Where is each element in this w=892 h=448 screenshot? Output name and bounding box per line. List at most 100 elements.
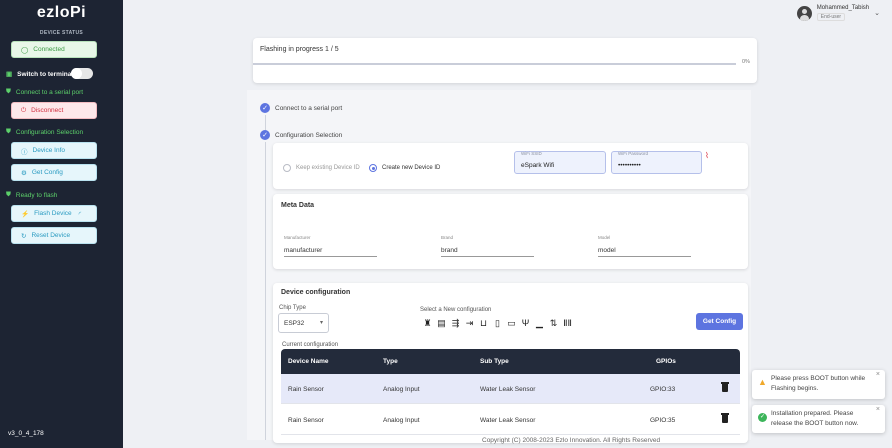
device-status-label: DEVICE STATUS [39,30,84,36]
wifi-ssid-label: WiFi SSID [521,151,542,156]
disconnect-label: Disconnect [31,107,64,114]
table-row[interactable]: Rain Sensor Analog Input Water Leak Sens… [281,374,740,404]
progress-title: Flashing in progress 1 / 5 [260,46,339,53]
table-row[interactable]: Rain Sensor Analog Input Water Leak Sens… [281,405,740,435]
model-field[interactable]: Model model [598,235,691,257]
reset-icon: ↻ [21,232,27,240]
step-connect-label: Connect to a serial port [15,88,84,96]
device-info-button[interactable]: ⓘ Device Info [11,142,97,159]
cell-subtype: Water Leak Sensor [480,386,536,393]
col-gpios: GPIOs [656,358,676,365]
user-role-badge: End-user [816,13,846,21]
stepper-line [265,142,266,440]
meta-data-title: Meta Data [281,202,315,209]
step-config: ⛊ Configuration Selection [6,128,83,136]
stepper-step-config[interactable]: ✓ Configuration Selection [260,130,342,140]
delete-icon[interactable] [721,382,729,392]
get-config-sidebar-button[interactable]: ⚙ Get Config [11,164,97,181]
switch-terminal-row: ▣ Switch to terminal [6,70,74,79]
reset-device-button[interactable]: ↻ Reset Device [11,227,97,244]
close-icon[interactable]: × [876,406,880,413]
model-value: model [598,247,616,254]
manufacturer-field[interactable]: Manufacturer manufacturer [284,235,377,257]
spinner-icon: ◜ [78,210,82,218]
uart-icon[interactable]: ▭ [507,318,516,329]
get-config-sidebar-label: Get Config [31,169,63,176]
terminal-toggle[interactable] [71,68,93,79]
sensor-icon[interactable]: ▁ [535,318,544,329]
wifi-password-label: WiFi Password [618,151,649,156]
flash-device-button[interactable]: ⚡ Flash Device ◜ [11,205,97,222]
radio-create-new[interactable] [369,164,377,172]
radio-keep-existing[interactable] [283,164,291,172]
reset-device-label: Reset Device [31,232,71,239]
switch-terminal-label: Switch to terminal [17,70,74,78]
step-config-label: Configuration Selection [15,128,84,136]
progress-percent: 0% [742,59,750,65]
terminal-icon: ▣ [6,71,13,78]
check-icon: ✓ [260,130,270,140]
shield-check-icon: ⛊ [6,128,11,135]
check-circle-icon: ◯ [21,46,29,54]
check-icon: ✓ [260,103,270,113]
shield-check-icon: ⛊ [6,191,11,198]
flash-icon: ⚡ [21,210,30,218]
wifi-ssid-field[interactable]: WiFi SSID eSpark Wifi [514,151,606,174]
swap-icon[interactable]: ⇅ [549,318,558,329]
shield-check-icon: ⛊ [6,88,11,95]
toast-warning-text: Please press BOOT button while Flashing … [771,375,866,392]
toast-success-text: Installation prepared. Please release th… [771,410,859,427]
model-label: Model [598,235,611,240]
stepper-step-connect[interactable]: ✓ Connect to a serial port [260,103,342,113]
pwm-icon[interactable]: ⊔ [479,318,488,329]
config-table-header: Device Name Type Sub Type GPIOs [281,349,740,374]
led-icon[interactable]: ♜ [423,318,432,329]
progress-bar [253,63,736,65]
keep-existing-option[interactable]: Keep existing Device ID [283,164,360,172]
manufacturer-label: Manufacturer [284,235,311,240]
close-icon[interactable]: × [876,371,880,378]
antenna-icon[interactable]: Ψ [521,318,530,329]
disconnect-button[interactable]: ⏻ Disconnect [11,102,97,119]
connected-label: Connected [33,46,65,53]
digital-input-icon[interactable]: ⇶ [451,318,460,329]
step-connect: ⛊ Connect to a serial port [6,88,83,96]
get-config-button[interactable]: Get Config [696,313,743,330]
wifi-password-value: •••••••••• [618,162,641,169]
delete-icon[interactable] [721,413,729,423]
keep-existing-label: Keep existing Device ID [296,165,360,171]
app-logo: ezloPi [36,4,87,21]
toast-warning: ▲ Please press BOOT button while Flashin… [752,370,885,399]
col-device-name: Device Name [288,358,329,365]
socket-icon[interactable]: ▤ [437,318,446,329]
stepper-connect-label: Connect to a serial port [275,104,343,112]
stepper-config-label: Configuration Selection [275,131,343,139]
flash-device-label: Flash Device [34,210,72,217]
chip-type-value: ESP32 [284,320,305,327]
cell-type: Analog Input [383,386,420,393]
analog-input-icon[interactable]: ▯ [493,318,502,329]
cell-gpio: GPIO:33 [650,386,676,393]
create-new-option[interactable]: Create new Device ID [369,164,440,172]
device-info-label: Device Info [32,147,66,154]
step-flash: ⛊ Ready to flash [6,191,57,199]
cell-gpio: GPIO:35 [650,417,676,424]
power-icon: ⏻ [21,106,27,114]
pins-icon[interactable]: ⅡⅡ [563,318,572,329]
digital-output-icon[interactable]: ⇥ [465,318,474,329]
avatar [796,5,812,21]
brand-field[interactable]: Brand brand [441,235,534,257]
col-subtype: Sub Type [480,358,509,365]
device-config-title: Device configuration [281,289,351,296]
chip-type-label: Chip Type [279,305,306,311]
stepper-line [265,115,266,131]
wifi-password-field[interactable]: WiFi Password •••••••••• [611,151,702,174]
check-circle-icon: ✓ [758,413,767,422]
user-name: Mohammed_Tabish [816,5,870,11]
flash-progress-card: Flashing in progress 1 / 5 0% [253,38,757,83]
user-menu[interactable]: Mohammed_Tabish End-user ⌄ [796,5,880,21]
info-icon: ⓘ [21,148,28,156]
chip-type-select[interactable]: ESP32 ▾ [278,313,329,333]
sidebar: ezloPi DEVICE STATUS ◯ Connected ▣ Switc… [0,0,123,448]
wifi-off-icon[interactable]: ⌇ [705,151,709,160]
